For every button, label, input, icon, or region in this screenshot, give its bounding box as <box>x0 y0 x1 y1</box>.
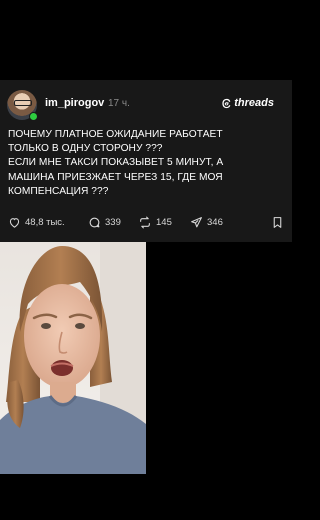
bookmark-button[interactable] <box>272 216 283 229</box>
threads-post-card[interactable]: im_pirogov 17 ч. threads ПОЧЕМУ ПЛАТНОЕ … <box>0 80 292 242</box>
share-icon <box>191 217 202 228</box>
post-text-line: КОМПЕНСАЦИЯ ??? <box>8 185 109 197</box>
threads-logo-icon <box>222 98 231 108</box>
repost-button[interactable]: 145 <box>138 216 172 229</box>
video-frame <box>0 242 292 482</box>
threads-brand-text: threads <box>234 97 274 109</box>
heart-icon <box>9 218 20 228</box>
threads-brand: threads <box>221 97 274 109</box>
comment-icon <box>89 217 100 228</box>
post-username[interactable]: im_pirogov <box>45 97 104 109</box>
post-actions: 48,8 тыс. 339 145 346 <box>8 216 284 232</box>
person-illustration <box>0 242 146 474</box>
post-text: ПОЧЕМУ ПЛАТНОЕ ОЖИДАНИЕ РАБОТАЕТ ТОЛЬКО … <box>8 128 280 199</box>
comment-button[interactable]: 339 <box>88 216 121 229</box>
share-button[interactable]: 346 <box>190 216 223 229</box>
post-text-line: ТОЛЬКО В ОДНУ СТОРОНУ ??? <box>8 143 163 155</box>
avatar-glasses <box>14 100 32 106</box>
post-text-line: ПОЧЕМУ ПЛАТНОЕ ОЖИДАНИЕ РАБОТАЕТ <box>8 129 223 140</box>
person-video-image <box>0 242 146 474</box>
online-status-dot <box>29 112 38 121</box>
comment-count: 339 <box>105 217 121 228</box>
bookmark-icon <box>273 217 282 228</box>
like-count: 48,8 тыс. <box>25 217 65 228</box>
post-text-line: МАШИНА ПРИЕЗЖАЕТ ЧЕРЕЗ 15, ГДЕ МОЯ <box>8 171 223 183</box>
repost-icon <box>140 216 150 229</box>
share-count: 346 <box>207 217 223 228</box>
like-button[interactable]: 48,8 тыс. <box>8 216 65 229</box>
post-text-line: ЕСЛИ МНЕ ТАКСИ ПОКАЗЫВЕТ 5 МИНУТ, А <box>8 157 224 169</box>
repost-count: 145 <box>156 217 172 228</box>
post-time: 17 ч. <box>108 98 130 109</box>
